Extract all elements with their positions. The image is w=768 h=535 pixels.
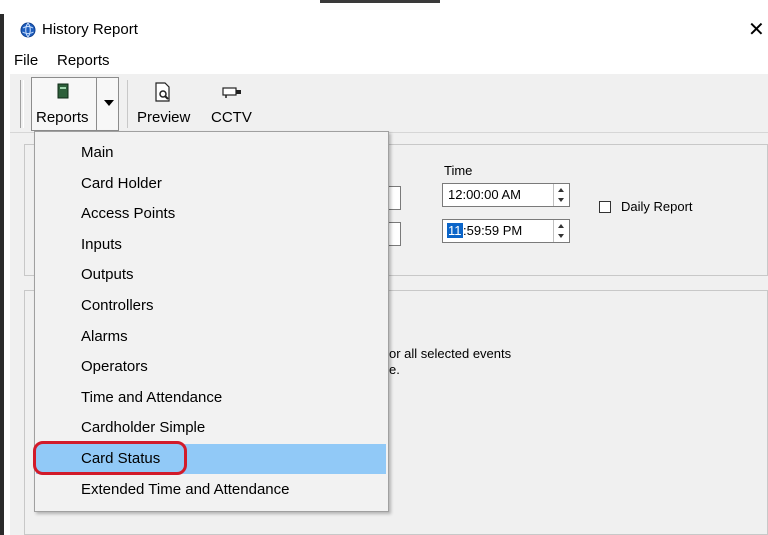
book-icon xyxy=(57,83,69,99)
info-text-line1: or all selected events xyxy=(389,346,512,361)
preview-button[interactable]: Preview xyxy=(137,109,190,126)
reports-button-label: Reports xyxy=(36,109,89,126)
globe-icon xyxy=(20,22,36,38)
cctv-button[interactable]: CCTV xyxy=(211,109,252,126)
chevron-down-icon xyxy=(104,100,114,106)
spin-up-icon xyxy=(558,188,564,192)
menu-item-inputs[interactable]: Inputs xyxy=(36,230,386,260)
toolbar-grip xyxy=(20,80,24,128)
time-label: Time xyxy=(444,163,473,178)
start-time-value: 12:00:00 AM xyxy=(448,187,521,202)
toolbar-separator xyxy=(127,80,128,128)
daily-report-checkbox[interactable] xyxy=(599,201,611,213)
annotation-highlight xyxy=(33,441,187,475)
end-date-dropdown[interactable] xyxy=(389,222,401,246)
menu-bar xyxy=(10,46,768,74)
menu-file[interactable]: File xyxy=(14,52,38,69)
end-time-hour-selected: 11 xyxy=(447,223,463,238)
spin-down-icon xyxy=(558,234,564,238)
background-edge xyxy=(0,14,4,535)
menu-item-time-and-attendance[interactable]: Time and Attendance xyxy=(36,383,386,413)
menu-item-controllers[interactable]: Controllers xyxy=(36,291,386,321)
close-icon[interactable]: ✕ xyxy=(748,17,765,41)
menu-item-alarms[interactable]: Alarms xyxy=(36,322,386,352)
menu-item-operators[interactable]: Operators xyxy=(36,352,386,382)
menu-item-cardholder-simple[interactable]: Cardholder Simple xyxy=(36,413,386,443)
menu-item-extended-time-and-attendance[interactable]: Extended Time and Attendance xyxy=(36,475,386,505)
menu-item-main[interactable]: Main xyxy=(36,138,386,168)
menu-item-outputs[interactable]: Outputs xyxy=(36,260,386,290)
camera-icon xyxy=(222,87,241,98)
window-title: History Report xyxy=(42,21,138,38)
end-time-value: :59:59 PM xyxy=(463,223,523,238)
toolbar xyxy=(10,74,768,133)
background-edge xyxy=(320,0,440,3)
menu-item-card-holder[interactable]: Card Holder xyxy=(36,169,386,199)
menu-item-access-points[interactable]: Access Points xyxy=(36,199,386,229)
daily-report-label: Daily Report xyxy=(621,199,693,214)
spin-down-icon xyxy=(558,198,564,202)
start-date-dropdown[interactable] xyxy=(389,186,401,210)
preview-icon xyxy=(155,82,170,102)
menu-reports[interactable]: Reports xyxy=(57,52,110,69)
info-text-line2: e. xyxy=(389,362,400,377)
spin-up-icon xyxy=(558,224,564,228)
